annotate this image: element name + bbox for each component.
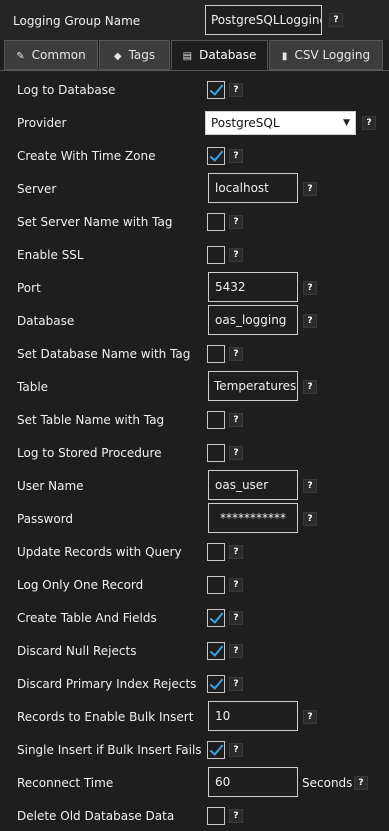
discard-null-rejects-help-icon[interactable]: ? [229, 644, 243, 658]
delete-old-database-data-label: Delete Old Database Data [17, 809, 175, 823]
logging-group-name-input[interactable]: PostgreSQLLogging [205, 5, 322, 35]
tab-csv-logging-label: CSV Logging [294, 48, 371, 62]
log-to-stored-procedure-help-icon[interactable]: ? [229, 446, 243, 460]
chart-icon: ▮ [281, 51, 288, 62]
port-input[interactable]: 5432 [208, 272, 298, 302]
checkmark-icon [209, 675, 224, 690]
provider-help-icon[interactable]: ? [362, 116, 376, 130]
checkmark-icon [209, 147, 224, 162]
server-input[interactable]: localhost [208, 173, 298, 203]
set-database-name-with-tag-checkbox[interactable] [207, 345, 225, 363]
set-server-name-with-tag-label: Set Server Name with Tag [17, 215, 173, 229]
enable-ssl-checkbox[interactable] [207, 246, 225, 264]
table-label: Table [17, 380, 49, 394]
reconnect-time-unit: Seconds [302, 776, 353, 790]
records-to-enable-bulk-insert-help-icon[interactable]: ? [303, 710, 317, 724]
table-input[interactable]: Temperatures [208, 371, 298, 401]
log-to-stored-procedure-checkbox[interactable] [207, 444, 225, 462]
set-table-name-with-tag-help-icon[interactable]: ? [229, 413, 243, 427]
create-table-and-fields-help-icon[interactable]: ? [229, 611, 243, 625]
discard-primary-index-rejects-checkbox[interactable] [207, 675, 225, 693]
log-to-stored-procedure-label: Log to Stored Procedure [17, 446, 162, 460]
caret-down-icon: ▼ [343, 118, 350, 128]
enable-ssl-help-icon[interactable]: ? [229, 248, 243, 262]
set-table-name-with-tag-label: Set Table Name with Tag [17, 413, 165, 427]
discard-null-rejects-checkbox[interactable] [207, 642, 225, 660]
log-only-one-record-checkbox[interactable] [207, 576, 225, 594]
user-name-label: User Name [17, 479, 84, 493]
tab-bar: ✎ Common ◆ Tags ▤ Database ▮ CSV Logging [0, 40, 389, 71]
database-icon: ▤ [182, 51, 193, 62]
discard-primary-index-rejects-help-icon[interactable]: ? [229, 677, 243, 691]
port-label: Port [17, 281, 41, 295]
password-input[interactable]: *********** [208, 503, 298, 533]
user-name-input[interactable]: oas_user [208, 470, 298, 500]
password-label: Password [17, 512, 74, 526]
delete-old-database-data-checkbox[interactable] [207, 807, 225, 825]
log-to-database-checkbox[interactable] [207, 81, 225, 99]
checkmark-icon [209, 741, 224, 756]
tab-common[interactable]: ✎ Common [4, 40, 98, 70]
provider-label: Provider [17, 116, 67, 130]
port-help-icon[interactable]: ? [303, 281, 317, 295]
checkmark-icon [209, 642, 224, 657]
create-with-time-zone-label: Create With Time Zone [17, 149, 156, 163]
set-server-name-with-tag-checkbox[interactable] [207, 213, 225, 231]
checkmark-icon [209, 609, 224, 624]
create-with-time-zone-help-icon[interactable]: ? [229, 149, 243, 163]
reconnect-time-label: Reconnect Time [17, 776, 114, 790]
wrench-icon: ✎ [16, 51, 25, 62]
create-table-and-fields-checkbox[interactable] [207, 609, 225, 627]
log-to-database-help-icon[interactable]: ? [229, 83, 243, 97]
database-input[interactable]: oas_logging [208, 305, 298, 335]
tab-tags[interactable]: ◆ Tags [99, 40, 170, 70]
records-to-enable-bulk-insert-label: Records to Enable Bulk Insert [17, 710, 194, 724]
delete-old-database-data-help-icon[interactable]: ? [229, 809, 243, 823]
single-insert-if-bulk-insert-fails-help-icon[interactable]: ? [229, 743, 243, 757]
database-label: Database [17, 314, 75, 328]
update-records-with-query-help-icon[interactable]: ? [229, 545, 243, 559]
provider-selected-value: PostgreSQL [211, 116, 280, 130]
reconnect-time-help-icon[interactable]: ? [354, 776, 368, 790]
reconnect-time-input[interactable]: 60 [208, 767, 298, 797]
provider-select[interactable]: PostgreSQL ▼ [205, 111, 356, 135]
database-help-icon[interactable]: ? [303, 314, 317, 328]
discard-primary-index-rejects-label: Discard Primary Index Rejects [17, 677, 197, 691]
single-insert-if-bulk-insert-fails-checkbox[interactable] [207, 741, 225, 759]
records-to-enable-bulk-insert-input[interactable]: 10 [208, 701, 298, 731]
server-help-icon[interactable]: ? [303, 182, 317, 196]
single-insert-if-bulk-insert-fails-label: Single Insert if Bulk Insert Fails [17, 743, 202, 757]
tag-icon: ◆ [113, 51, 122, 62]
create-with-time-zone-checkbox[interactable] [207, 147, 225, 165]
log-to-database-label: Log to Database [17, 83, 116, 97]
set-server-name-with-tag-help-icon[interactable]: ? [229, 215, 243, 229]
update-records-with-query-checkbox[interactable] [207, 543, 225, 561]
logging-group-name-label: Logging Group Name [13, 14, 141, 28]
log-only-one-record-help-icon[interactable]: ? [229, 578, 243, 592]
set-table-name-with-tag-checkbox[interactable] [207, 411, 225, 429]
tab-csv-logging[interactable]: ▮ CSV Logging [269, 40, 383, 70]
logging-group-row: Logging Group Name PostgreSQLLogging ? [0, 0, 389, 40]
tab-database-label: Database [199, 48, 257, 62]
update-records-with-query-label: Update Records with Query [17, 545, 182, 559]
tab-common-label: Common [31, 48, 86, 62]
create-table-and-fields-label: Create Table And Fields [17, 611, 157, 625]
enable-ssl-label: Enable SSL [17, 248, 84, 262]
server-label: Server [17, 182, 57, 196]
user-name-help-icon[interactable]: ? [303, 479, 317, 493]
set-database-name-with-tag-label: Set Database Name with Tag [17, 347, 191, 361]
log-only-one-record-label: Log Only One Record [17, 578, 144, 592]
checkmark-icon [209, 81, 224, 96]
table-help-icon[interactable]: ? [303, 380, 317, 394]
set-database-name-with-tag-help-icon[interactable]: ? [229, 347, 243, 361]
password-help-icon[interactable]: ? [303, 512, 317, 526]
discard-null-rejects-label: Discard Null Rejects [17, 644, 137, 658]
tab-tags-label: Tags [128, 48, 156, 62]
logging-group-name-help-icon[interactable]: ? [329, 13, 343, 27]
tab-database[interactable]: ▤ Database [171, 40, 268, 70]
